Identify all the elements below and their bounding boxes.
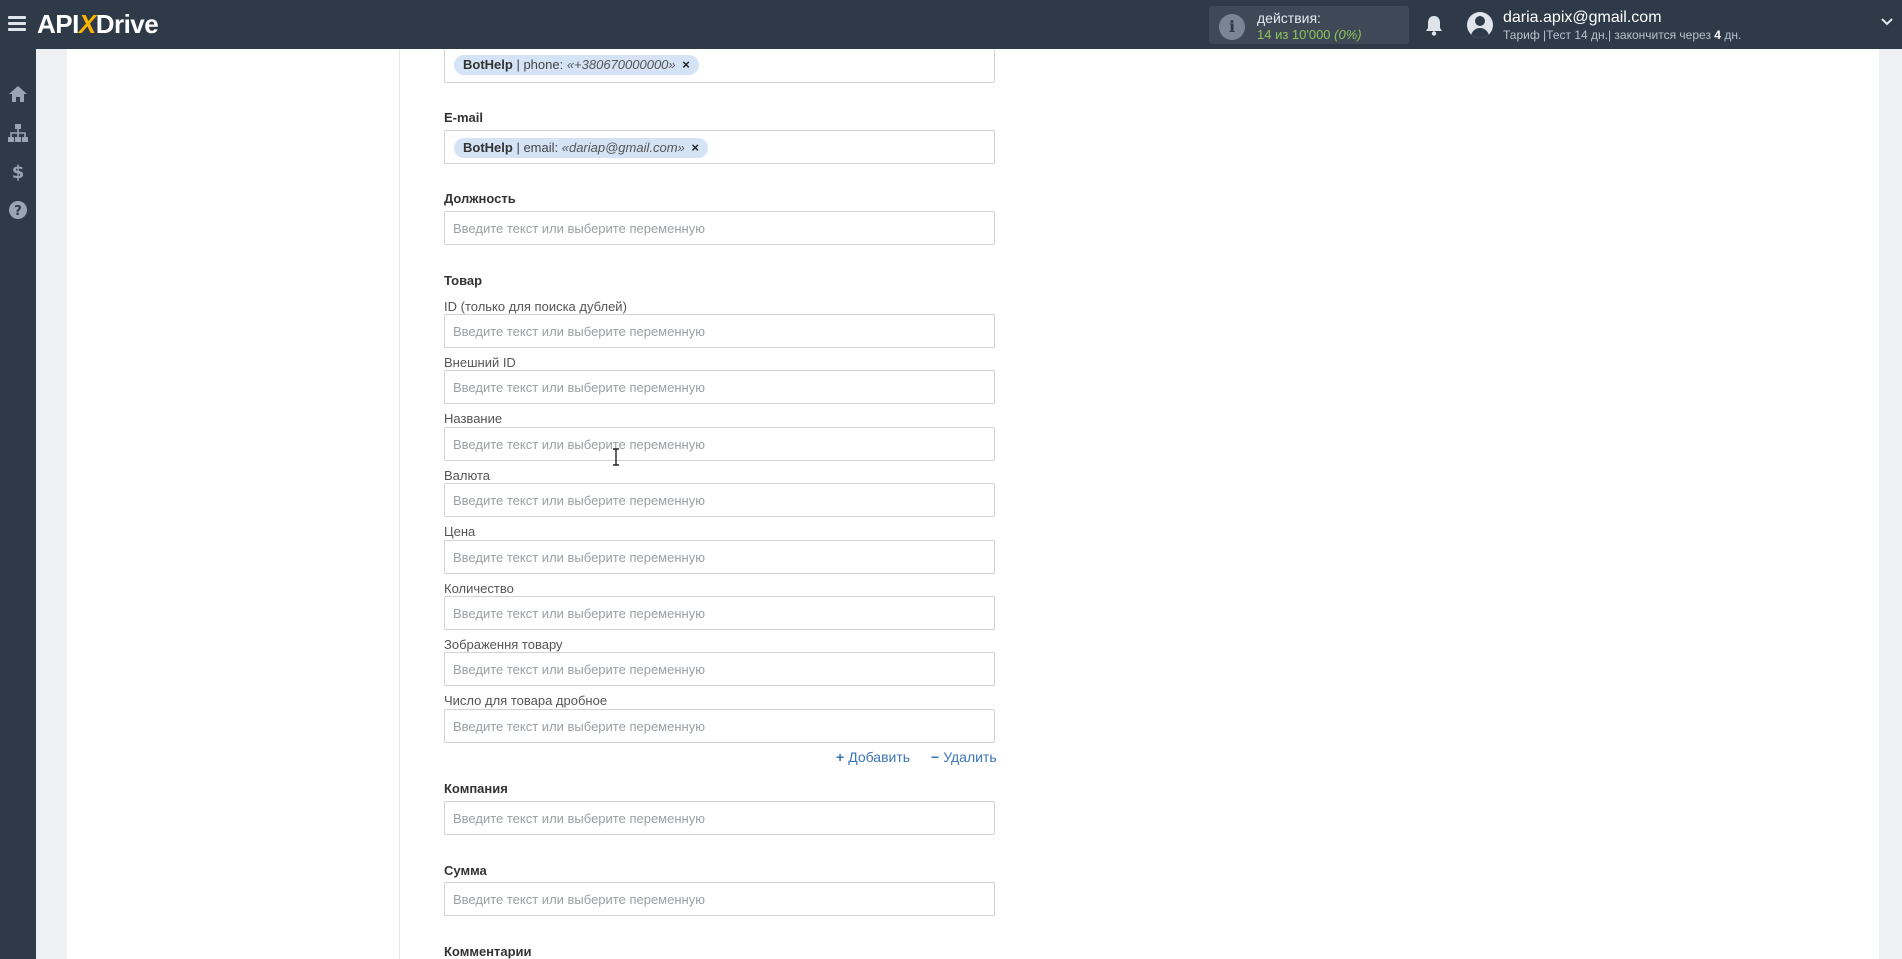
product-image-field[interactable]: [444, 652, 995, 686]
company-label: Компания: [444, 781, 508, 796]
product-name-field[interactable]: [444, 427, 995, 461]
left-panel: [67, 49, 400, 959]
quantity-label: Количество: [444, 581, 514, 596]
sitemap-icon[interactable]: [7, 122, 29, 144]
product-id-label: ID (только для поиска дублей): [444, 299, 627, 314]
bell-icon[interactable]: [1424, 14, 1444, 36]
menu-icon[interactable]: [8, 14, 26, 34]
top-bar: APIXDrive i действия: 14 из 10'000 (0%) …: [0, 0, 1902, 49]
fraction-label: Число для товара дробное: [444, 693, 608, 708]
currency-label: Валюта: [444, 468, 490, 483]
add-button[interactable]: + Добавить: [836, 749, 910, 765]
svg-text:?: ?: [14, 204, 22, 219]
minus-icon: −: [931, 749, 940, 765]
price-label: Цена: [444, 524, 476, 539]
variable-tag[interactable]: BotHelp | email: «dariap@gmail.com» ×: [454, 138, 708, 158]
comments-label: Комментарии: [444, 944, 532, 959]
avatar[interactable]: [1467, 12, 1493, 38]
text-cursor-icon: [613, 448, 619, 466]
sum-label: Сумма: [444, 863, 487, 878]
info-icon: i: [1219, 14, 1245, 40]
price-field[interactable]: [444, 540, 995, 574]
external-id-field[interactable]: [444, 370, 995, 404]
sidebar: $ ?: [0, 49, 36, 959]
plan-info: Тариф |Тест 14 дн.| закончится через 4 д…: [1503, 28, 1742, 42]
remove-tag-icon[interactable]: ×: [691, 140, 699, 155]
position-field[interactable]: [444, 211, 995, 245]
remove-button[interactable]: − Удалить: [931, 749, 997, 765]
variable-tag[interactable]: BotHelp | phone: «+380670000000» ×: [454, 55, 699, 75]
help-icon[interactable]: ?: [7, 199, 29, 221]
currency-field[interactable]: [444, 483, 995, 517]
actions-count: 14 из 10'000 (0%): [1257, 27, 1362, 42]
dollar-icon[interactable]: $: [7, 160, 29, 182]
company-field[interactable]: [444, 801, 995, 835]
remove-tag-icon[interactable]: ×: [682, 57, 690, 72]
actions-counter[interactable]: i действия: 14 из 10'000 (0%): [1209, 6, 1409, 44]
email-field[interactable]: BotHelp | email: «dariap@gmail.com» ×: [444, 130, 995, 164]
chevron-down-icon[interactable]: [1881, 16, 1893, 28]
actions-label: действия:: [1257, 10, 1321, 26]
phone-field[interactable]: BotHelp | phone: «+380670000000» ×: [444, 49, 995, 83]
logo[interactable]: APIXDrive: [37, 9, 159, 40]
position-label: Должность: [444, 191, 516, 206]
quantity-field[interactable]: [444, 596, 995, 630]
product-section-label: Товар: [444, 273, 483, 288]
sum-field[interactable]: [444, 882, 995, 916]
plus-icon: +: [836, 749, 845, 765]
product-name-label: Название: [444, 411, 503, 426]
fraction-field[interactable]: [444, 709, 995, 743]
external-id-label: Внешний ID: [444, 355, 516, 370]
page-gutter: [1879, 49, 1902, 959]
product-id-field[interactable]: [444, 314, 995, 348]
user-email[interactable]: daria.apix@gmail.com: [1503, 9, 1662, 27]
product-image-label: Зображення товару: [444, 637, 563, 652]
email-label: E-mail: [444, 110, 484, 125]
svg-text:$: $: [12, 162, 25, 182]
home-icon[interactable]: [7, 83, 29, 105]
